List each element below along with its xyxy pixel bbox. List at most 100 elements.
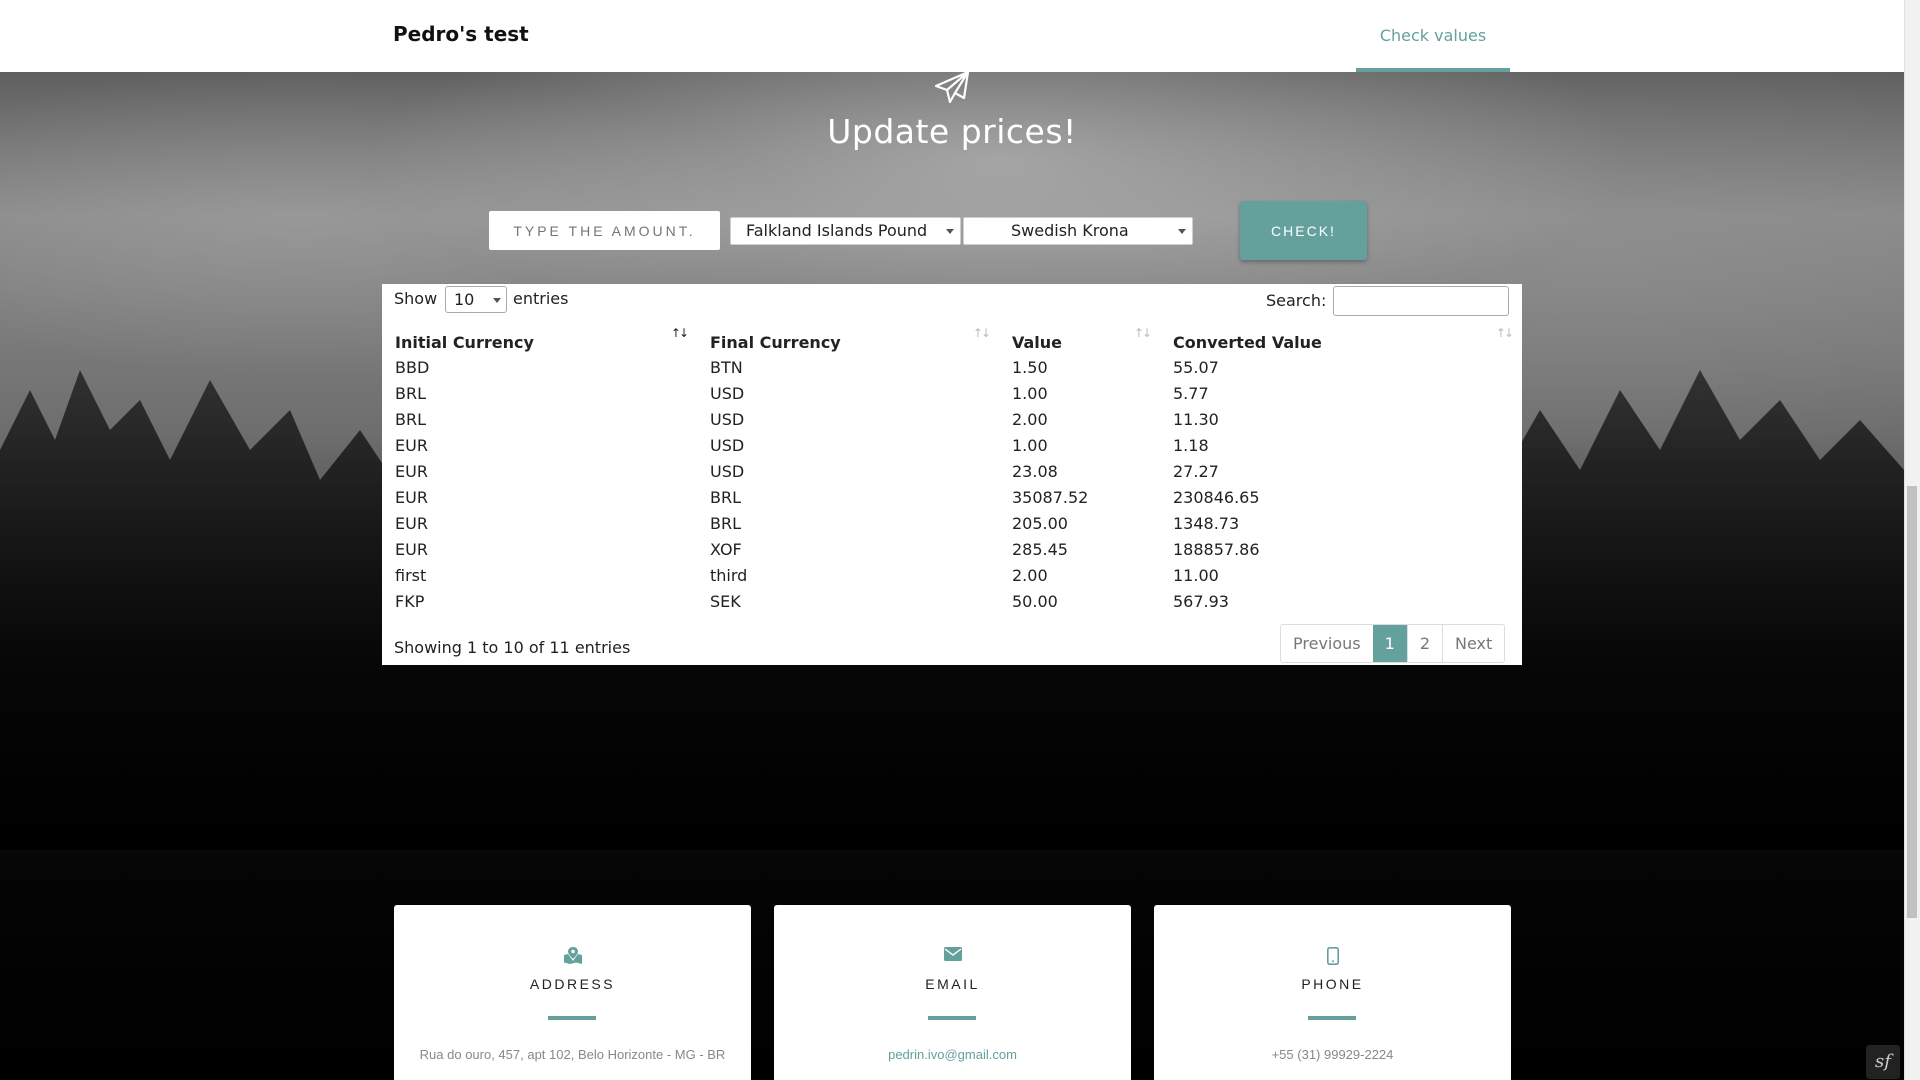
pagination: Previous 1 2 Next [1280,624,1506,663]
column-header[interactable]: Converted Value ↑↓ [1160,326,1522,354]
email-title: EMAIL [925,976,980,992]
table-row: EUR USD 23.08 27.27 [382,458,1522,484]
from-currency-select[interactable]: Falkland Islands Pound [730,217,961,245]
table-cell: EUR [395,513,428,533]
phone-title: PHONE [1301,976,1364,992]
chevron-down-icon [946,229,954,234]
phone-card: PHONE +55 (31) 99929-2224 [1154,905,1511,1080]
table-cell: 285.45 [1012,539,1068,559]
table-cell: 1.50 [1012,357,1048,377]
table-cell: BRL [710,513,742,533]
table-row: EUR XOF 285.45 188857.86 [382,536,1522,562]
divider [928,1016,976,1020]
table-cell: 1348.73 [1173,513,1240,533]
table-cell: 567.93 [1173,591,1229,611]
column-header-label: Converted Value [1173,333,1322,352]
table-cell: 27.27 [1173,461,1219,481]
from-currency-value: Falkland Islands Pound [746,221,928,240]
table-cell: FKP [395,591,425,611]
table-cell: 230846.65 [1173,487,1260,507]
paper-plane-icon [934,70,970,104]
table-cell: 205.00 [1012,513,1068,533]
table-cell: BRL [395,383,427,403]
address-title: ADDRESS [529,976,616,992]
divider [548,1016,596,1020]
table-cell: EUR [395,487,428,507]
page-1-button[interactable]: 1 [1372,625,1407,662]
symfony-toolbar-icon[interactable]: sf [1866,1045,1900,1079]
map-marked-icon [563,947,582,964]
sort-icon: ↑↓ [670,326,689,340]
to-currency-select[interactable]: Swedish Krona [963,217,1193,245]
table-cell: 1.18 [1173,435,1209,455]
table-cell: BRL [710,487,742,507]
table-cell: USD [710,409,745,429]
chevron-down-icon [1178,229,1186,234]
table-cell: 55.07 [1173,357,1219,377]
table-cell: 23.08 [1012,461,1058,481]
conversions-table: Initial Currency ↑↓ Final Currency ↑↓ Valu… [382,326,1522,614]
email-link[interactable]: pedrin.ivo@gmail.com [794,1045,1111,1064]
next-page-button[interactable]: Next [1442,625,1504,662]
column-header-label: Value [1012,333,1063,352]
entries-label: entries [513,289,569,308]
chevron-down-icon [493,298,501,303]
table-cell: EUR [395,461,428,481]
table-row: BRL USD 2.00 11.30 [382,406,1522,432]
table-row: BBD BTN 1.50 55.07 [382,354,1522,380]
envelope-icon [943,947,962,961]
brand-logo[interactable]: Pedro's test [393,22,529,46]
table-cell: 35087.52 [1012,487,1089,507]
search-input[interactable] [1333,286,1509,316]
nav-check-values[interactable]: Check values [1356,0,1510,72]
column-header[interactable]: Value ↑↓ [999,326,1160,354]
table-cell: EUR [395,539,428,559]
column-header-label: Initial Currency [395,333,534,352]
table-cell: SEK [710,591,741,611]
table-cell: 50.00 [1012,591,1058,611]
table-cell: XOF [710,539,742,559]
sort-icon: ↑↓ [972,326,991,340]
table-row: BRL USD 1.00 5.77 [382,380,1522,406]
mobile-icon [1326,947,1339,965]
table-cell: BTN [710,357,743,377]
search-label: Search: [1266,291,1327,310]
column-header[interactable]: Final Currency ↑↓ [697,326,999,354]
table-cell: 1.00 [1012,383,1048,403]
table-row: EUR BRL 35087.52 230846.65 [382,484,1522,510]
page-length-value: 10 [454,290,475,309]
show-label: Show [394,289,438,308]
table-row: EUR USD 1.00 1.18 [382,432,1522,458]
table-info: Showing 1 to 10 of 11 entries [394,638,631,657]
page-length-select[interactable]: 10 [445,286,507,313]
table-cell: 1.00 [1012,435,1048,455]
page-title: Update prices! [827,112,1077,151]
sort-icon: ↑↓ [1495,326,1514,340]
phone-value: +55 (31) 99929-2224 [1271,1047,1394,1062]
sort-icon: ↑↓ [1133,326,1152,340]
table-cell: 2.00 [1012,565,1048,585]
table-cell: third [710,565,748,585]
column-header-label: Final Currency [710,333,841,352]
top-navbar: Pedro's test Check values [0,0,1904,72]
table-cell: 188857.86 [1173,539,1260,559]
address-value: Rua do ouro, 457, apt 102, Belo Horizont… [419,1047,726,1062]
table-header-row: Initial Currency ↑↓ Final Currency ↑↓ Valu… [382,326,1522,354]
amount-input[interactable] [489,211,720,250]
divider [1308,1016,1356,1020]
table-row: EUR BRL 205.00 1348.73 [382,510,1522,536]
column-header[interactable]: Initial Currency ↑↓ [382,326,697,354]
scrollbar-thumb[interactable] [1907,486,1917,918]
to-currency-value: Swedish Krona [1011,221,1129,240]
table-cell: 5.77 [1173,383,1209,403]
table-cell: BBD [395,357,430,377]
address-card: ADDRESS Rua do ouro, 457, apt 102, Belo … [394,905,751,1080]
previous-page-button[interactable]: Previous [1281,625,1373,662]
table-cell: 2.00 [1012,409,1048,429]
conversions-table-panel: Show 10 entries Search: Initial Currency… [382,284,1522,665]
table-cell: first [395,565,427,585]
table-row: first third 2.00 11.00 [382,562,1522,588]
check-button[interactable]: CHECK! [1240,201,1367,260]
page-2-button[interactable]: 2 [1406,625,1442,662]
table-cell: USD [710,435,745,455]
